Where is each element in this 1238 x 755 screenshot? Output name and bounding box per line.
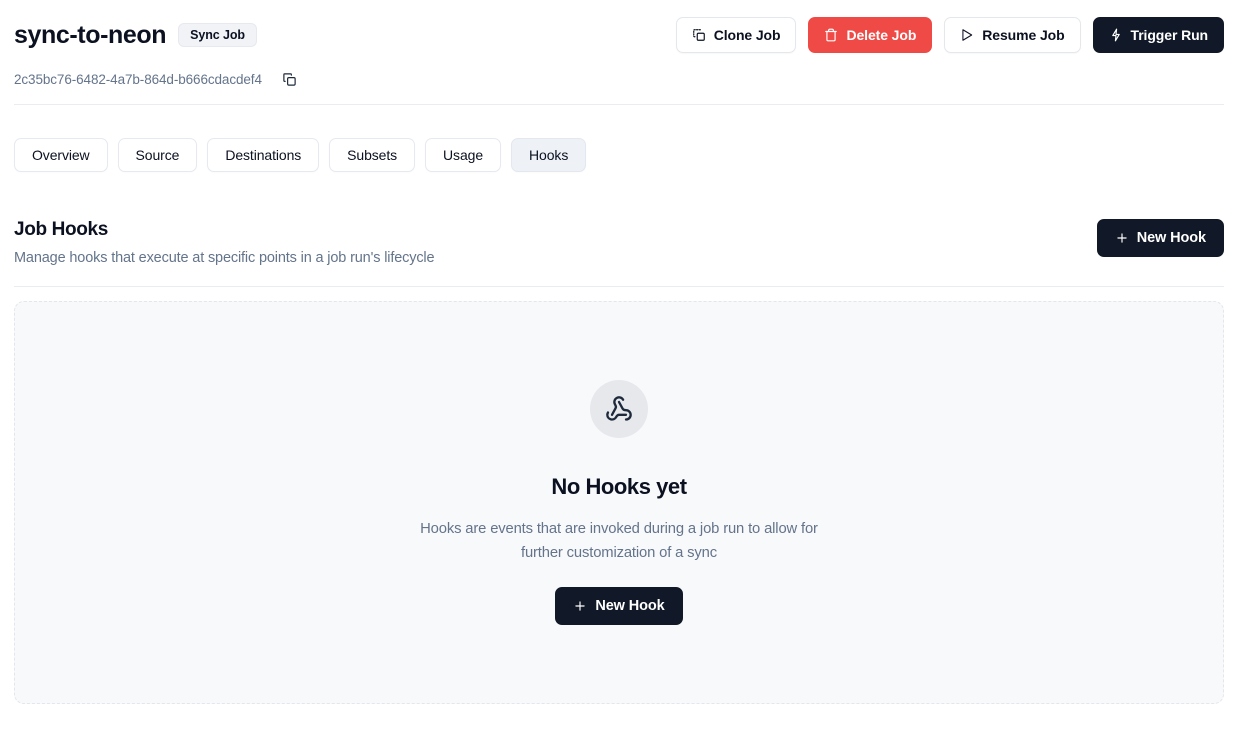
resume-job-label: Resume Job <box>982 27 1065 43</box>
copy-icon[interactable] <box>280 69 300 89</box>
new-hook-label-top: New Hook <box>1136 230 1206 246</box>
header-divider <box>14 104 1224 105</box>
new-hook-button-empty[interactable]: New Hook <box>555 586 683 625</box>
job-tabs: Overview Source Destinations Subsets Usa… <box>14 138 1224 172</box>
job-id-text: 2c35bc76-6482-4a7b-864d-b666cdacdef4 <box>14 71 262 87</box>
delete-job-label: Delete Job <box>846 27 917 43</box>
clone-job-button[interactable]: Clone Job <box>675 17 797 53</box>
lightning-icon <box>1109 28 1123 42</box>
tab-usage[interactable]: Usage <box>425 138 502 172</box>
webhook-icon <box>590 379 648 438</box>
section-subtitle: Manage hooks that execute at specific po… <box>14 249 435 266</box>
section-text-group: Job Hooks Manage hooks that execute at s… <box>14 219 435 266</box>
resume-job-button[interactable]: Resume Job <box>944 17 1081 53</box>
tab-subsets[interactable]: Subsets <box>329 138 416 172</box>
clone-job-label: Clone Job <box>713 27 781 43</box>
empty-state-action: New Hook <box>555 586 683 625</box>
new-hook-button-top[interactable]: New Hook <box>1096 219 1224 257</box>
play-icon <box>960 28 974 42</box>
section-header: Job Hooks Manage hooks that execute at s… <box>14 219 1224 266</box>
tab-hooks[interactable]: Hooks <box>511 138 587 172</box>
section-title: Job Hooks <box>14 219 108 240</box>
plus-icon <box>573 599 587 613</box>
tab-overview[interactable]: Overview <box>14 138 108 172</box>
empty-state-title: No Hooks yet <box>551 473 687 499</box>
tab-source[interactable]: Source <box>117 138 198 172</box>
page-title: sync-to-neon <box>14 20 167 49</box>
job-type-badge: Sync Job <box>178 23 257 47</box>
page-header: sync-to-neon Sync Job Clone Job Delete J… <box>14 0 1224 56</box>
delete-job-button[interactable]: Delete Job <box>808 17 933 53</box>
hooks-empty-state: No Hooks yet Hooks are events that are i… <box>14 300 1224 704</box>
job-hooks-page: sync-to-neon Sync Job Clone Job Delete J… <box>0 0 1238 755</box>
title-group: sync-to-neon Sync Job <box>14 20 257 49</box>
trigger-run-button[interactable]: Trigger Run <box>1092 17 1224 53</box>
section-divider <box>14 285 1224 287</box>
job-identifier-row: 2c35bc76-6482-4a7b-864d-b666cdacdef4 <box>14 62 1224 96</box>
new-hook-label-empty: New Hook <box>595 597 665 614</box>
plus-icon <box>1115 231 1129 245</box>
header-actions: Clone Job Delete Job Resume Job Trigger … <box>675 17 1224 53</box>
empty-state-description: Hooks are events that are invoked during… <box>420 520 818 561</box>
trash-icon <box>824 28 838 42</box>
trigger-run-label: Trigger Run <box>1130 27 1209 43</box>
tab-destinations[interactable]: Destinations <box>207 138 320 172</box>
copy-dashed-icon <box>692 28 706 42</box>
